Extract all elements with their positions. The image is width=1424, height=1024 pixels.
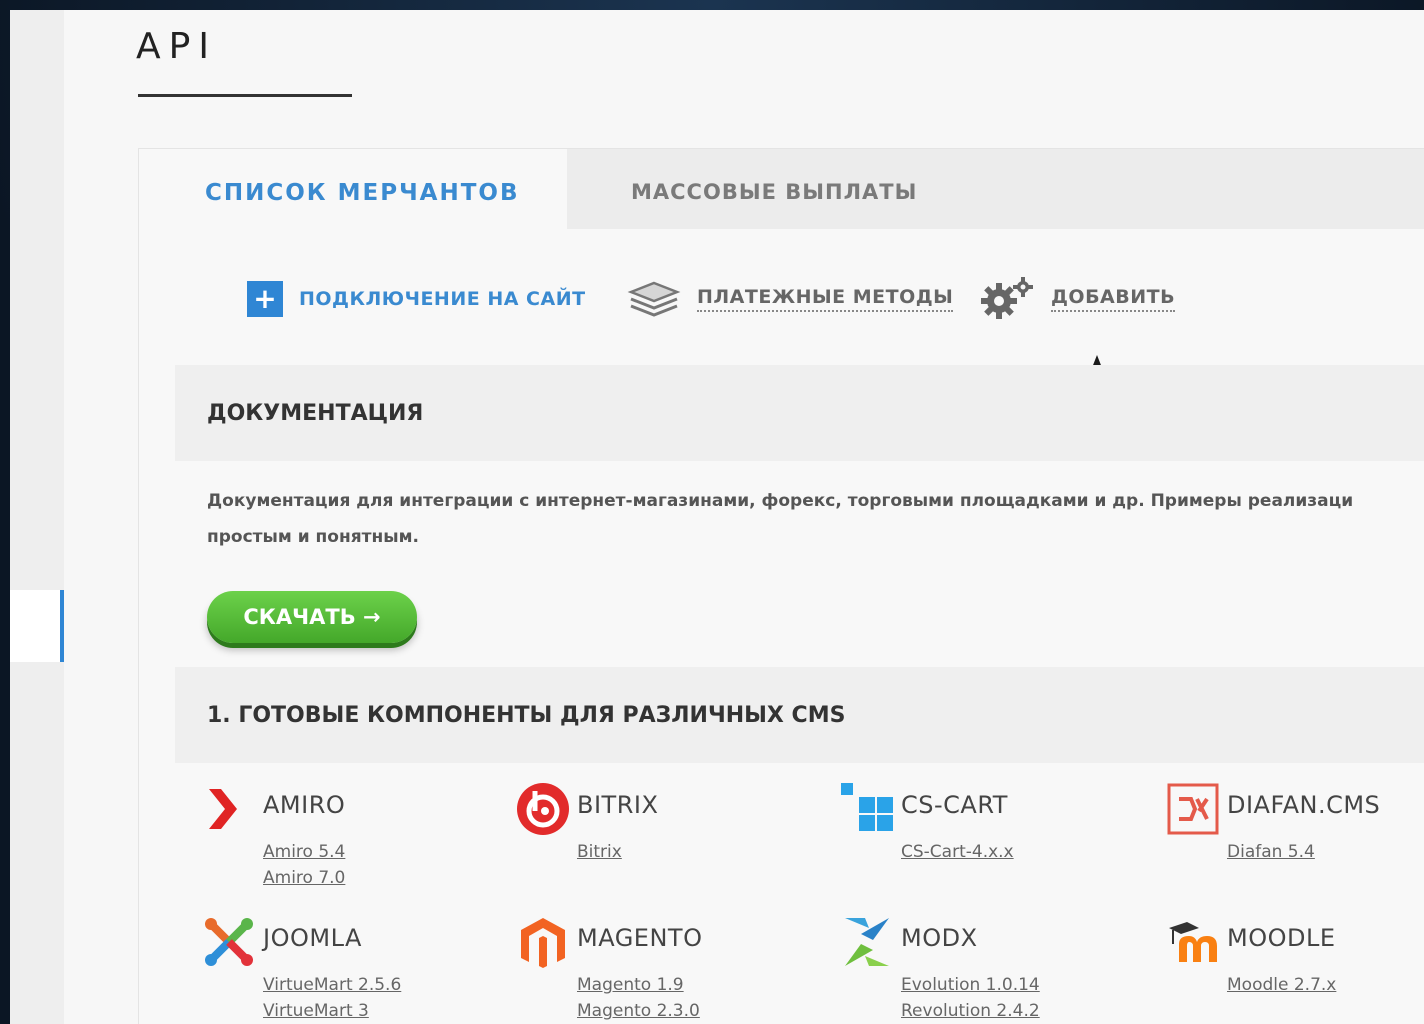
cms-name: CS-CART bbox=[901, 791, 1008, 819]
tab-merchant-list[interactable]: СПИСОК МЕРЧАНТОВ bbox=[139, 149, 567, 229]
cms-item-joomla: JOOMLA VirtueMart 2.5.6 VirtueMart 3 bbox=[201, 914, 501, 1024]
diafan-logo-icon bbox=[1167, 783, 1219, 835]
cms-section-header: 1. ГОТОВЫЕ КОМПОНЕНТЫ ДЛЯ РАЗЛИЧНЫХ CMS bbox=[175, 667, 1424, 763]
plus-icon: + bbox=[247, 281, 283, 317]
cms-item-bitrix: BITRIX Bitrix bbox=[515, 781, 815, 901]
cms-link[interactable]: Revolution 2.4.2 bbox=[901, 998, 1040, 1024]
payment-methods-link[interactable]: ПЛАТЕЖНЫЕ МЕТОДЫ bbox=[627, 279, 954, 319]
magento-logo-icon bbox=[521, 918, 565, 968]
cms-name: JOOMLA bbox=[263, 924, 362, 952]
cms-link[interactable]: Bitrix bbox=[577, 839, 622, 865]
add-button[interactable]: ДОБАВИТЬ bbox=[981, 277, 1176, 319]
cms-link[interactable]: Diafan 5.4 bbox=[1227, 839, 1315, 865]
cms-link[interactable]: Magento 1.9 bbox=[577, 972, 700, 998]
cms-item-moodle: MOODLE Moodle 2.7.x bbox=[1165, 914, 1424, 1024]
page-title: API bbox=[136, 26, 217, 67]
cms-name: DIAFAN.CMS bbox=[1227, 791, 1381, 819]
cms-section-title: 1. ГОТОВЫЕ КОМПОНЕНТЫ ДЛЯ РАЗЛИЧНЫХ CMS bbox=[207, 703, 846, 728]
cms-link[interactable]: VirtueMart 2.5.6 bbox=[263, 972, 401, 998]
documentation-description: Документация для интеграции с интернет-м… bbox=[207, 483, 1424, 555]
cms-item-diafan: DIAFAN.CMS Diafan 5.4 bbox=[1165, 781, 1424, 901]
cms-item-cscart: CS-CART CS-Cart-4.x.x bbox=[839, 781, 1139, 901]
joomla-logo-icon bbox=[205, 918, 253, 966]
tab-mass-payouts[interactable]: МАССОВЫЕ ВЫПЛАТЫ bbox=[631, 180, 917, 204]
tab-bar: СПИСОК МЕРЧАНТОВ МАССОВЫЕ ВЫПЛАТЫ bbox=[139, 149, 1424, 229]
documentation-line-1: Документация для интеграции с интернет-м… bbox=[207, 491, 1354, 511]
cms-name: AMIRO bbox=[263, 791, 346, 819]
cms-link[interactable]: CS-Cart-4.x.x bbox=[901, 839, 1014, 865]
main-content: API СПИСОК МЕРЧАНТОВ МАССОВЫЕ ВЫПЛАТЫ + … bbox=[64, 10, 1424, 1024]
add-label: ДОБАВИТЬ bbox=[1051, 286, 1176, 312]
amiro-logo-icon bbox=[209, 789, 237, 829]
bitrix-logo-icon bbox=[517, 783, 569, 835]
cms-item-amiro: AMIRO Amiro 5.4 Amiro 7.0 bbox=[201, 781, 501, 901]
cms-name: MAGENTO bbox=[577, 924, 703, 952]
connect-site-button[interactable]: + ПОДКЛЮЧЕНИЕ НА САЙТ bbox=[247, 279, 586, 319]
cscart-logo-icon bbox=[841, 783, 893, 831]
cms-name: BITRIX bbox=[577, 791, 659, 819]
cms-name: MODX bbox=[901, 924, 978, 952]
gear-icon bbox=[981, 277, 1033, 319]
merchant-card: СПИСОК МЕРЧАНТОВ МАССОВЫЕ ВЫПЛАТЫ + ПОДК… bbox=[138, 148, 1424, 1024]
cms-name: MOODLE bbox=[1227, 924, 1336, 952]
sidebar-active-item[interactable] bbox=[10, 590, 64, 662]
cms-item-modx: MODX Evolution 1.0.14 Revolution 2.4.2 bbox=[839, 914, 1139, 1024]
cms-link[interactable]: Amiro 7.0 bbox=[263, 865, 345, 891]
cms-link[interactable]: VirtueMart 3 bbox=[263, 998, 401, 1024]
cms-link[interactable]: Moodle 2.7.x bbox=[1227, 972, 1336, 998]
title-underline bbox=[138, 94, 352, 97]
cms-link[interactable]: Magento 2.3.0 bbox=[577, 998, 700, 1024]
sidebar bbox=[10, 10, 64, 1024]
modx-logo-icon bbox=[845, 918, 889, 966]
documentation-line-2: простым и понятным. bbox=[207, 527, 419, 547]
documentation-title: ДОКУМЕНТАЦИЯ bbox=[207, 401, 424, 426]
cms-link[interactable]: Evolution 1.0.14 bbox=[901, 972, 1040, 998]
payment-methods-label: ПЛАТЕЖНЫЕ МЕТОДЫ bbox=[697, 286, 954, 312]
cms-item-magento: MAGENTO Magento 1.9 Magento 2.3.0 bbox=[515, 914, 815, 1024]
documentation-section-header: ДОКУМЕНТАЦИЯ bbox=[175, 365, 1424, 461]
moodle-logo-icon bbox=[1169, 922, 1217, 962]
download-button[interactable]: СКАЧАТЬ → bbox=[207, 591, 417, 643]
layers-icon bbox=[627, 281, 681, 317]
connect-site-label: ПОДКЛЮЧЕНИЕ НА САЙТ bbox=[299, 288, 586, 310]
tab-merchant-list-label: СПИСОК МЕРЧАНТОВ bbox=[205, 180, 520, 206]
cms-link[interactable]: Amiro 5.4 bbox=[263, 839, 345, 865]
